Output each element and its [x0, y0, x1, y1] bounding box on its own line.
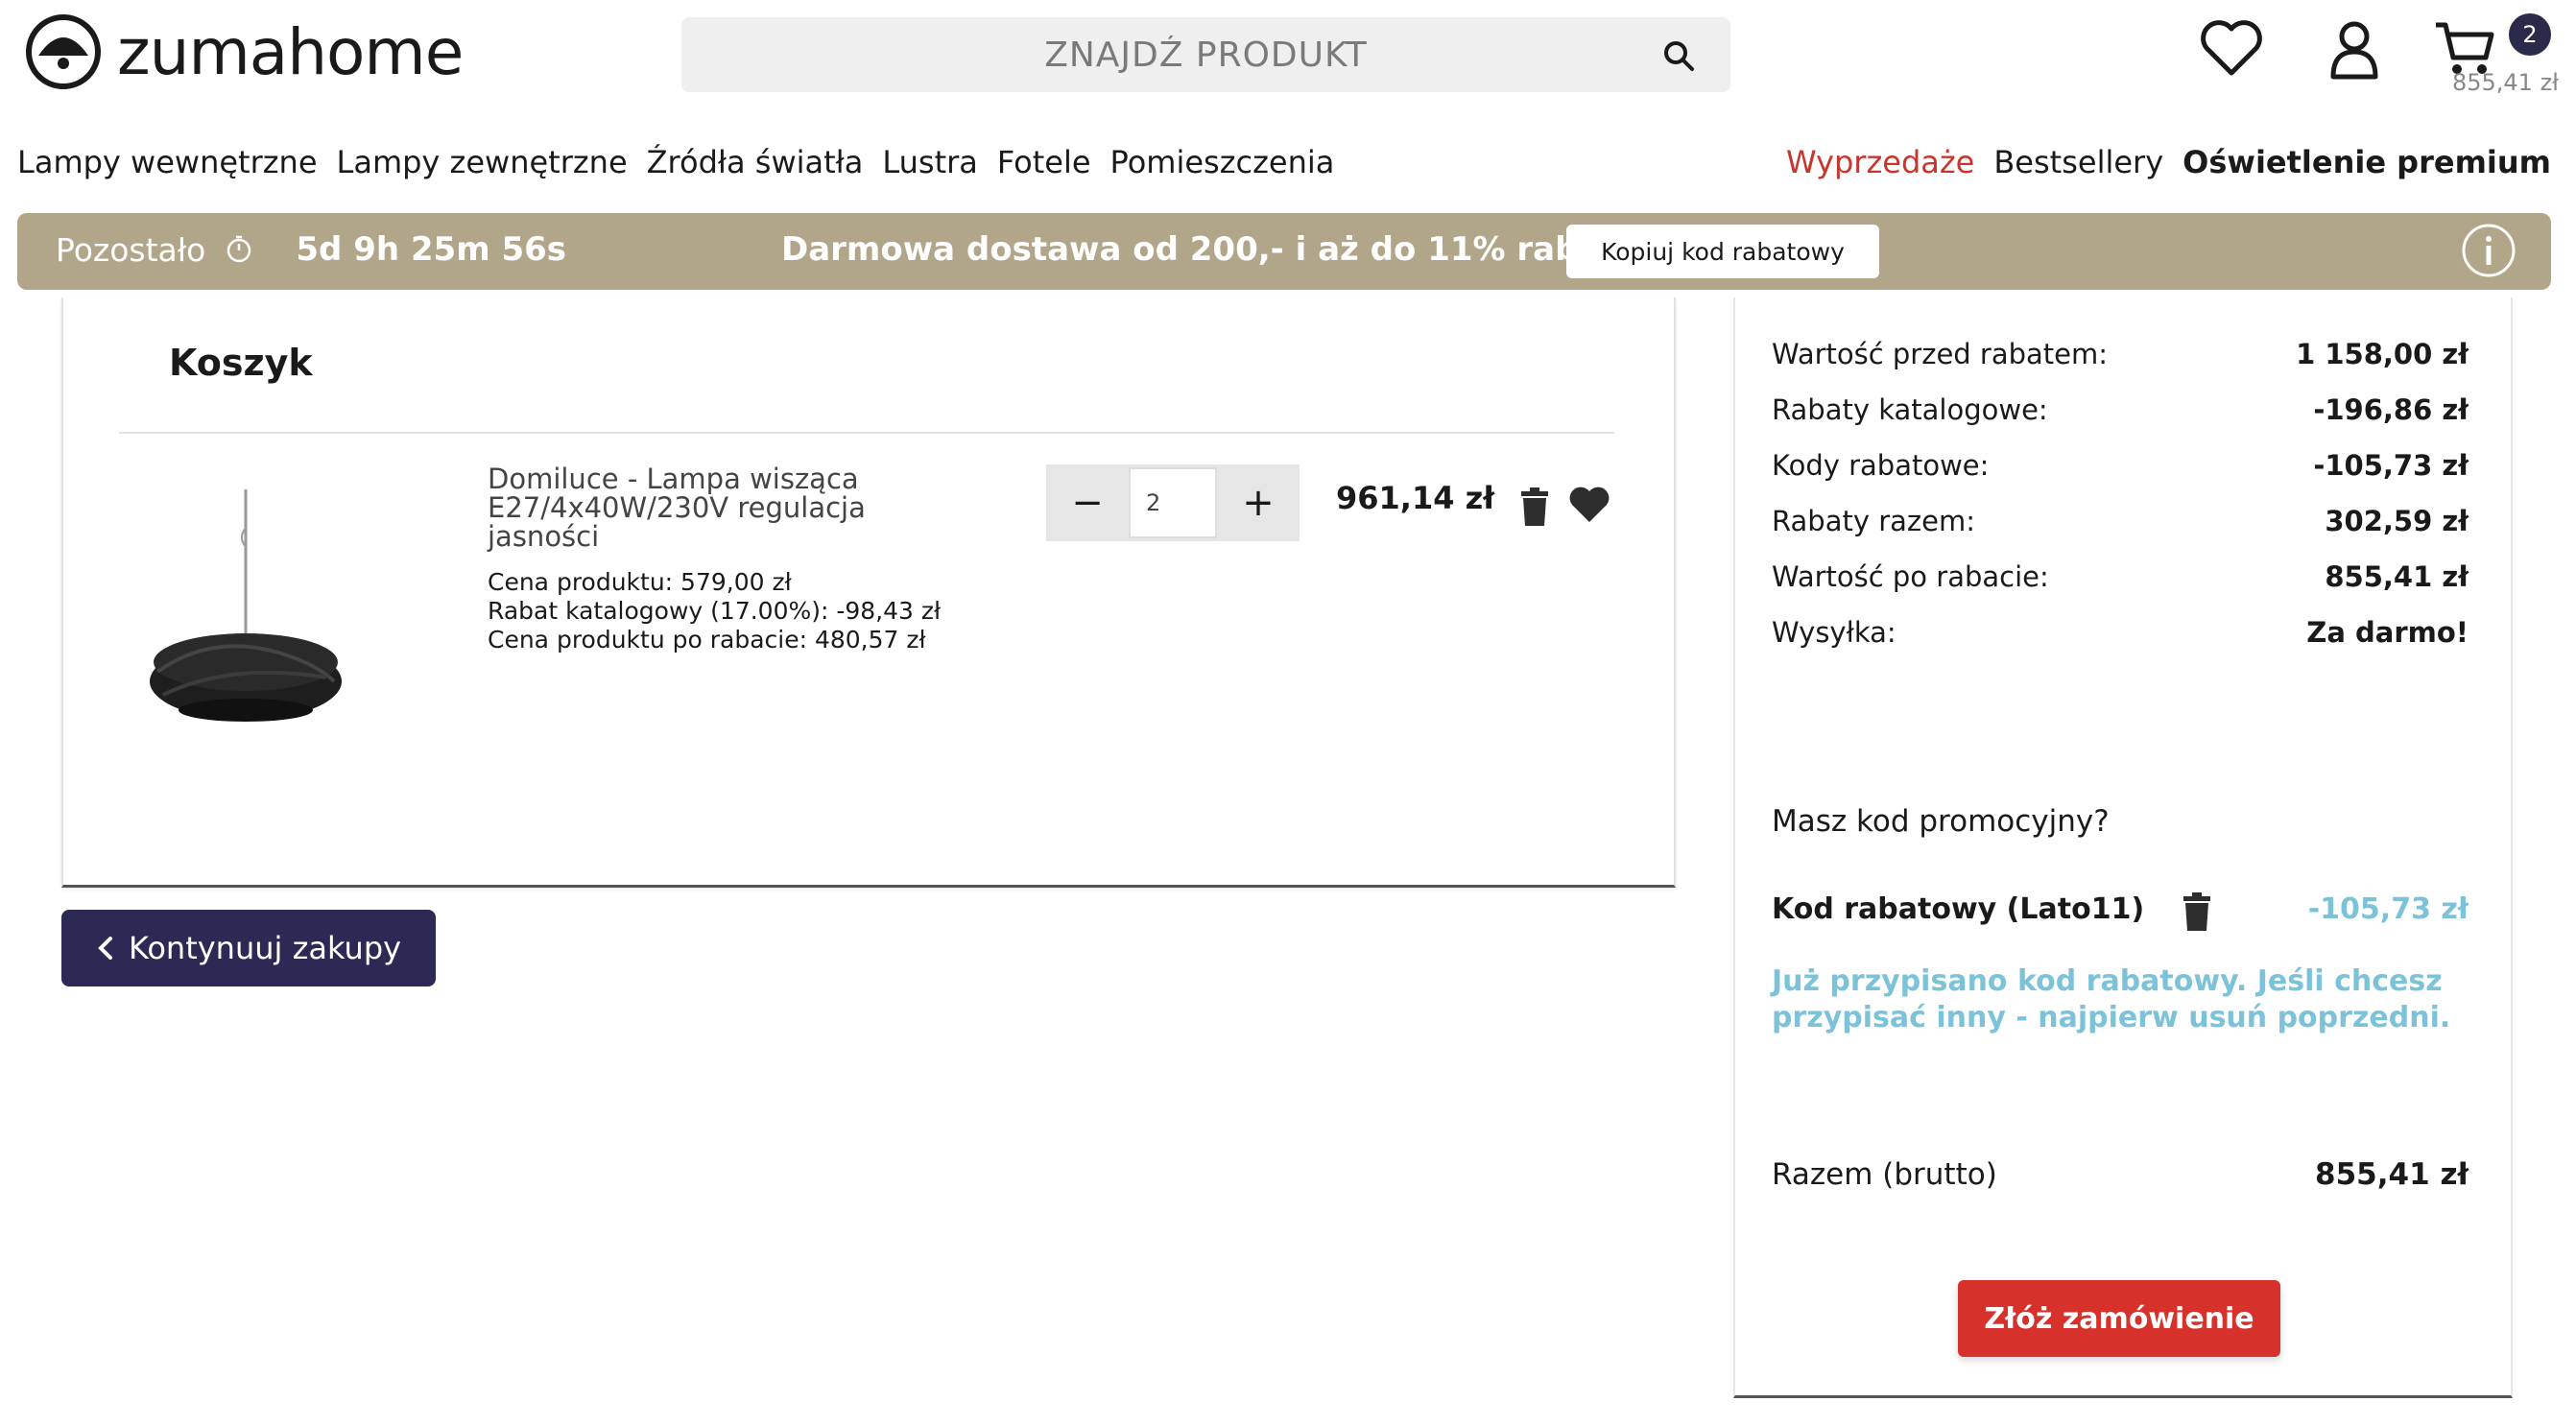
summary-label: Wartość przed rabatem:	[1772, 338, 2109, 370]
nav-lampy-wewnetrzne[interactable]: Lampy wewnętrzne	[17, 144, 318, 180]
product-price-line: Cena produktu: 579,00 zł	[488, 568, 792, 596]
summary-row: Rabaty razem: 302,59 zł	[1772, 505, 2469, 537]
user-icon[interactable]	[2321, 15, 2388, 83]
remove-code-trash-icon[interactable]	[2181, 892, 2213, 931]
applied-code-amount: -105,73 zł	[2307, 892, 2469, 926]
search-input[interactable]	[820, 34, 1592, 76]
promo-message: Darmowa dostawa od 200,- i aż do 11% rab…	[781, 230, 1655, 269]
nav-fotele[interactable]: Fotele	[997, 144, 1091, 180]
applied-code-row: Kod rabatowy (Lato11) -105,73 zł	[1772, 892, 2469, 926]
summary-row: Rabaty katalogowe: -196,86 zł	[1772, 393, 2469, 426]
trash-icon[interactable]	[1518, 487, 1551, 526]
summary-row: Wartość po rabacie: 855,41 zł	[1772, 560, 2469, 593]
applied-code-label: Kod rabatowy (Lato11)	[1772, 892, 2145, 926]
decrease-quantity-button[interactable]: −	[1046, 464, 1129, 541]
nav-zrodla-swiatla[interactable]: Źródła światła	[647, 144, 864, 180]
summary-value: -196,86 zł	[2313, 393, 2469, 426]
summary-label: Rabaty katalogowe:	[1772, 393, 2048, 426]
summary-row: Wysyłka: Za darmo!	[1772, 616, 2469, 649]
summary-row: Kody rabatowe: -105,73 zł	[1772, 449, 2469, 482]
total-row: Razem (brutto) 855,41 zł	[1772, 1157, 2469, 1192]
total-value: 855,41 zł	[2315, 1157, 2469, 1192]
product-image[interactable]	[134, 489, 365, 758]
nav-wyprzedaze[interactable]: Wyprzedaże	[1786, 144, 1974, 180]
nav-pomieszczenia[interactable]: Pomieszczenia	[1110, 144, 1335, 180]
quantity-input[interactable]	[1129, 467, 1217, 538]
clock-icon	[227, 235, 251, 263]
logo-text: zumahome	[117, 14, 464, 89]
product-price-details: Cena produktu: 579,00 zł Rabat katalogow…	[488, 568, 941, 654]
heart-icon[interactable]	[2198, 15, 2265, 83]
summary-value: Za darmo!	[2306, 616, 2469, 649]
code-info-message: Już przypisano kod rabatowy. Jeśli chces…	[1772, 964, 2451, 1034]
main-nav: Lampy wewnętrzne Lampy zewnętrzne Źródła…	[17, 144, 1334, 180]
total-label: Razem (brutto)	[1772, 1157, 1997, 1192]
product-discounted-line: Cena produktu po rabacie: 480,57 zł	[488, 626, 926, 654]
search-bar[interactable]	[681, 17, 1730, 92]
wishlist-heart-icon[interactable]	[1568, 486, 1610, 524]
promo-code-question[interactable]: Masz kod promocyjny?	[1772, 804, 2110, 839]
place-order-button[interactable]: Złóż zamówienie	[1958, 1280, 2280, 1357]
site-logo[interactable]: zumahome	[25, 13, 464, 90]
divider	[119, 432, 1614, 434]
continue-shopping-button[interactable]: Kontynuuj zakupy	[61, 910, 436, 986]
remaining-label: Pozostało	[56, 230, 206, 269]
search-icon[interactable]	[1661, 38, 1696, 73]
product-discount-line: Rabat katalogowy (17.00%): -98,43 zł	[488, 597, 942, 625]
promo-bar: Pozostało 5d 9h 25m 56s Darmowa dostawa …	[17, 213, 2551, 290]
product-total-price: 961,14 zł	[1336, 480, 1495, 516]
lamp-logo-icon	[26, 14, 101, 89]
summary-value: -105,73 zł	[2313, 449, 2469, 482]
summary-value: 302,59 zł	[2325, 505, 2469, 537]
summary-row: Wartość przed rabatem: 1 158,00 zł	[1772, 338, 2469, 370]
countdown-timer: 5d 9h 25m 56s	[296, 230, 567, 269]
summary-value: 1 158,00 zł	[2296, 338, 2469, 370]
countdown: Pozostało 5d 9h 25m 56s	[56, 230, 566, 269]
summary-label: Rabaty razem:	[1772, 505, 1975, 537]
increase-quantity-button[interactable]: +	[1217, 464, 1300, 541]
nav-oswietlenie-premium[interactable]: Oświetlenie premium	[2182, 144, 2551, 180]
continue-shopping-label: Kontynuuj zakupy	[128, 930, 402, 966]
quantity-stepper: − +	[1046, 464, 1300, 541]
info-icon[interactable]	[2461, 223, 2516, 278]
chevron-left-icon	[98, 937, 112, 960]
summary-label: Kody rabatowe:	[1772, 449, 1990, 482]
summary-label: Wysyłka:	[1772, 616, 1896, 649]
product-name[interactable]: Domiluce - Lampa wisząca E27/4x40W/230V …	[488, 464, 919, 551]
secondary-nav: Wyprzedaże Bestsellery Oświetlenie premi…	[1786, 144, 2551, 180]
nav-lustra[interactable]: Lustra	[882, 144, 978, 180]
summary-label: Wartość po rabacie:	[1772, 560, 2049, 593]
nav-bestsellery[interactable]: Bestsellery	[1993, 144, 2163, 180]
cart-count-badge: 2	[2509, 13, 2551, 56]
nav-lampy-zewnetrzne[interactable]: Lampy zewnętrzne	[337, 144, 628, 180]
cart-title: Koszyk	[169, 342, 313, 384]
copy-code-button[interactable]: Kopiuj kod rabatowy	[1566, 225, 1879, 278]
cart-total-mini: 855,41 zł	[2451, 69, 2559, 96]
summary-value: 855,41 zł	[2325, 560, 2469, 593]
